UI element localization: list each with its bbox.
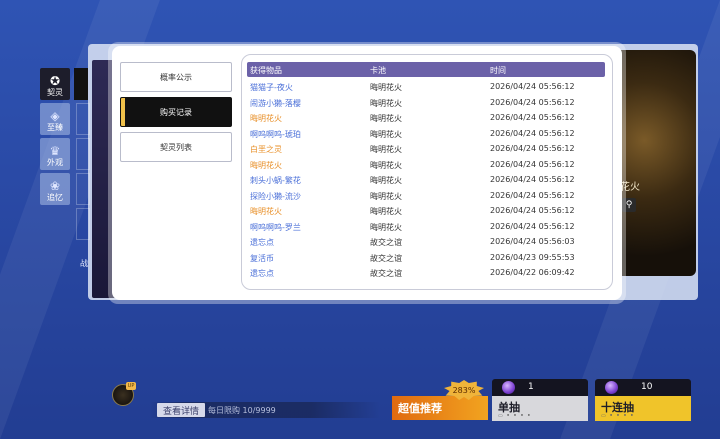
row-item: 晦明花火: [250, 160, 282, 170]
ten-draw-count: 10: [641, 382, 653, 392]
row-time: 2026/04/24 05:56:12: [490, 97, 575, 107]
table-row: 晦明花火 晦明花火 2026/04/24 05:56:12: [247, 158, 605, 173]
nav-column-frames: [76, 103, 90, 263]
row-pool: 晦明花火: [370, 160, 402, 170]
row-pool: 晦明花火: [370, 114, 402, 123]
row-pool: 晦明花火: [370, 145, 402, 154]
row-pool: 故交之谊: [370, 253, 402, 263]
table-row: 晦明花火 晦明花火 2026/04/24 05:56:12: [247, 111, 605, 126]
table-row: 遗忘点 故交之谊 2026/04/22 06:09:42: [247, 266, 605, 281]
row-time: 2026/04/24 05:56:12: [490, 159, 575, 169]
row-pool: 晦明花火: [370, 222, 402, 232]
row-pool: 晦明花火: [370, 129, 402, 139]
view-details-button[interactable]: 查看详情: [157, 403, 205, 417]
row-pool: 晦明花火: [370, 83, 402, 92]
row-item: 晦明花火: [250, 114, 282, 123]
row-time: 2026/04/24 05:56:12: [490, 175, 575, 184]
nav-item-label: 外观: [47, 158, 63, 167]
table-row: 探险小獭-流沙 晦明花火 2026/04/24 05:56:12: [247, 189, 605, 204]
header-time: 时间: [490, 66, 506, 75]
nav-active-indicator: [74, 68, 88, 100]
row-item: 探险小獭-流沙: [250, 191, 301, 201]
nav-item-label: 契灵: [47, 88, 63, 97]
row-time: 2026/04/24 05:56:12: [490, 128, 575, 138]
purchase-history-button[interactable]: 购买记录: [120, 97, 232, 127]
row-item: 啊呜啊呜-罗兰: [250, 222, 301, 232]
row-item: 复活币: [250, 253, 274, 263]
row-time: 2026/04/24 05:56:12: [490, 206, 575, 215]
table-row: 白垩之灵 晦明花火 2026/04/24 05:56:12: [247, 142, 605, 157]
table-row: 猫猫子-夜火 晦明花火 2026/04/24 05:56:12: [247, 80, 605, 95]
spirit-icon: ✪: [49, 74, 61, 88]
single-draw-face: 单抽 ▭ • • • •: [492, 396, 588, 421]
vip-badge: UP: [126, 382, 136, 390]
crystal-icon: [605, 381, 618, 394]
header-pool: 卡池: [370, 66, 386, 75]
row-item: 晦明花火: [250, 207, 282, 216]
table-row: 晦明花火 晦明花火 2026/04/24 05:56:12: [247, 204, 605, 219]
row-item: 啊呜啊呜-琥珀: [250, 129, 301, 139]
nav-item-memory[interactable]: ❀ 追忆: [40, 173, 70, 205]
row-time: 2026/04/24 05:56:12: [490, 82, 575, 91]
row-pool: 晦明花火: [370, 207, 402, 216]
nav-item-label: 至臻: [47, 123, 63, 132]
row-pool: 故交之谊: [370, 269, 402, 278]
table-row: 遗忘点 故交之谊 2026/04/24 05:56:03: [247, 235, 605, 250]
row-item: 白垩之灵: [250, 145, 282, 154]
row-pool: 晦明花火: [370, 98, 402, 108]
promo-button[interactable]: 超值推荐: [392, 396, 488, 420]
table-row: 啊呜啊呜-琥珀 晦明花火 2026/04/24 05:56:12: [247, 127, 605, 142]
progress-dots: ▭ • • • •: [601, 413, 635, 419]
single-draw-cost: 1: [492, 379, 588, 396]
row-time: 2026/04/23 09:55:53: [490, 252, 575, 262]
row-item: 遗忘点: [250, 238, 274, 247]
left-nav: ✪ 契灵 ◈ 至臻 ♛ 外观 ❀ 追忆: [40, 68, 74, 208]
row-time: 2026/04/24 05:56:03: [490, 237, 575, 246]
table-row: 啊呜啊呜-罗兰 晦明花火 2026/04/24 05:56:12: [247, 220, 605, 235]
probability-button[interactable]: 概率公示: [120, 62, 232, 92]
row-time: 2026/04/24 05:56:12: [490, 190, 575, 200]
row-item: 遗忘点: [250, 269, 274, 278]
header-item: 获得物品: [250, 66, 282, 75]
row-item: 刺头小蜗-繁花: [250, 176, 301, 185]
spirit-list-button[interactable]: 契灵列表: [120, 132, 232, 162]
row-time: 2026/04/22 06:09:42: [490, 268, 575, 277]
table-row: 刺头小蜗-繁花 晦明花火 2026/04/24 05:56:12: [247, 173, 605, 188]
nav-bottom-label: 战: [80, 259, 88, 268]
ten-draw-face: 十连抽 ▭ • • • •: [595, 396, 691, 421]
table-row: 闹游小獭-落樱 晦明花火 2026/04/24 05:56:12: [247, 96, 605, 111]
table-row: 复活币 故交之谊 2026/04/23 09:55:53: [247, 251, 605, 266]
outfit-icon: ♛: [49, 144, 61, 158]
nav-item-spirit[interactable]: ✪ 契灵: [40, 68, 70, 100]
daily-limit: 每日限购 10/9999: [208, 406, 276, 415]
memory-icon: ❀: [49, 179, 61, 193]
gem-icon: ◈: [50, 109, 60, 123]
nav-item-supreme[interactable]: ◈ 至臻: [40, 103, 70, 135]
row-pool: 故交之谊: [370, 238, 402, 247]
row-time: 2026/04/24 05:56:12: [490, 113, 575, 122]
row-time: 2026/04/24 05:56:12: [490, 221, 575, 231]
row-item: 闹游小獭-落樱: [250, 98, 301, 108]
single-draw-button[interactable]: 1 单抽 ▭ • • • •: [492, 379, 588, 421]
nav-item-label: 追忆: [47, 193, 63, 202]
row-time: 2026/04/24 05:56:12: [490, 144, 575, 153]
row-pool: 晦明花火: [370, 176, 402, 185]
promo-label: 超值推荐: [398, 402, 442, 415]
row-pool: 晦明花火: [370, 191, 402, 201]
ten-draw-cost: 10: [595, 379, 691, 396]
single-draw-count: 1: [528, 382, 534, 392]
progress-dots: ▭ • • • •: [498, 413, 532, 419]
table-header: 获得物品 卡池 时间: [247, 62, 605, 77]
row-item: 猫猫子-夜火: [250, 83, 293, 92]
crystal-icon: [502, 381, 515, 394]
ten-draw-button[interactable]: 10 十连抽 ▭ • • • •: [595, 379, 691, 421]
nav-item-outfit[interactable]: ♛ 外观: [40, 138, 70, 170]
